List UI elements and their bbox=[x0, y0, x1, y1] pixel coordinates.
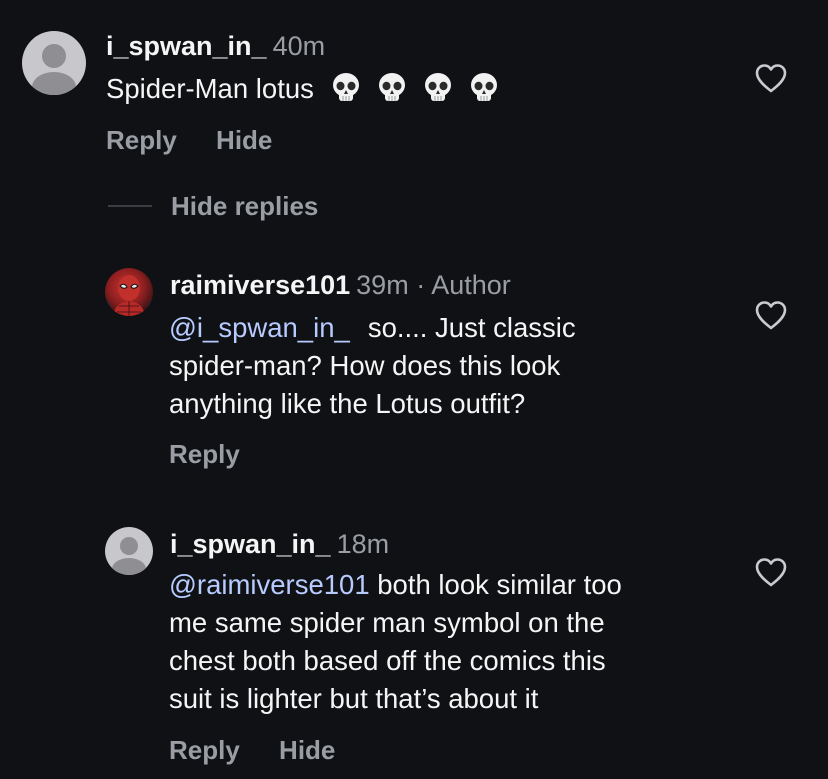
reply-button[interactable]: Reply bbox=[169, 735, 240, 765]
comment-username[interactable]: raimiverse101 bbox=[170, 270, 350, 300]
comments-screen: i_spwan_in_ 40m Spider-Man lotus Reply H… bbox=[0, 0, 828, 779]
comment-meta: i_spwan_in_ 40m bbox=[106, 30, 325, 62]
reply-button[interactable]: Reply bbox=[106, 125, 177, 155]
heart-outline-icon[interactable] bbox=[754, 299, 788, 331]
comment-line: me same spider man symbol on the bbox=[169, 607, 605, 638]
default-avatar-icon[interactable] bbox=[22, 31, 86, 95]
comment-text: @raimiverse101 both look similar too me … bbox=[169, 566, 749, 718]
mention-link[interactable]: @raimiverse101 bbox=[169, 569, 370, 600]
comment-timestamp: 39m bbox=[356, 270, 409, 300]
comment-actions: Reply Hide bbox=[106, 124, 272, 156]
hide-replies-button[interactable]: Hide replies bbox=[171, 190, 318, 222]
comment-username[interactable]: i_spwan_in_ bbox=[170, 529, 331, 559]
comment-text: @i_spwan_in_ so.... Just classic spider-m… bbox=[169, 309, 729, 423]
comment-line: spider-man? How does this look bbox=[169, 350, 561, 381]
skull-emoji-icon bbox=[332, 73, 359, 101]
comment-line: anything like the Lotus outfit? bbox=[169, 388, 526, 419]
comment-body: so.... Just classic bbox=[367, 312, 576, 343]
mention-link[interactable]: @i_spwan_in_ bbox=[169, 312, 350, 343]
comment-body: Spider-Man lotus bbox=[106, 73, 314, 104]
default-avatar-icon[interactable] bbox=[105, 527, 153, 575]
heart-outline-icon[interactable] bbox=[754, 556, 788, 588]
replies-divider bbox=[108, 205, 152, 207]
comment-username[interactable]: i_spwan_in_ bbox=[106, 31, 267, 61]
comment-timestamp: 18m bbox=[336, 529, 390, 559]
comment-meta: i_spwan_in_ 18m bbox=[170, 528, 389, 560]
spider-man-avatar-icon bbox=[105, 275, 153, 316]
skull-emoji-icon bbox=[470, 73, 497, 101]
author-badge: · Author bbox=[416, 270, 511, 300]
reply-button[interactable]: Reply bbox=[169, 439, 240, 469]
skull-emoji-icon bbox=[424, 73, 451, 101]
comment-line: @raimiverse101 both look similar too bbox=[169, 566, 749, 604]
comment-timestamp: 40m bbox=[272, 31, 326, 61]
comment-line: @i_spwan_in_ so.... Just classic bbox=[169, 309, 729, 347]
comment-actions: Reply bbox=[169, 438, 240, 470]
hide-button[interactable]: Hide bbox=[279, 735, 335, 765]
comment-text: Spider-Man lotus bbox=[106, 70, 500, 108]
comment-meta: raimiverse101 39m · Author bbox=[170, 269, 511, 301]
hide-button[interactable]: Hide bbox=[216, 125, 272, 155]
comment-actions: Reply Hide bbox=[169, 734, 335, 766]
heart-outline-icon[interactable] bbox=[754, 62, 788, 94]
avatar[interactable] bbox=[105, 268, 153, 316]
comment-body: both look similar too bbox=[369, 569, 622, 600]
skull-emoji-icon bbox=[378, 73, 405, 101]
comment-line: suit is lighter but that’s about it bbox=[169, 683, 539, 714]
comment-line: chest both based off the comics this bbox=[169, 645, 606, 676]
